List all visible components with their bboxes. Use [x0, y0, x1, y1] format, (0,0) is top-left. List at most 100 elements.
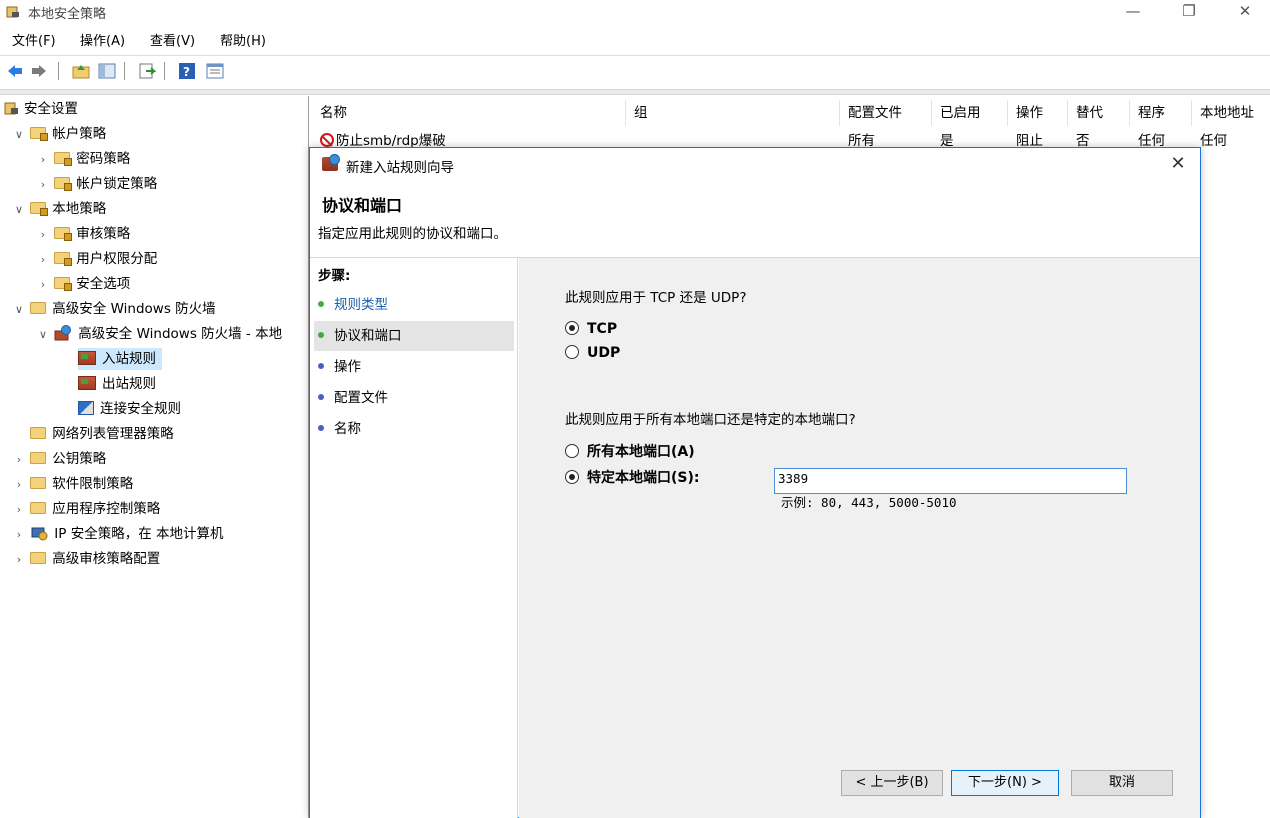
block-icon — [320, 133, 334, 147]
tree-item-security-settings[interactable]: 安全设置 — [4, 98, 78, 120]
tree-label: 软件限制策略 — [52, 476, 134, 492]
chevron-right-icon[interactable]: › — [36, 249, 50, 271]
chevron-down-icon[interactable]: ∨ — [36, 324, 50, 346]
tree-item-account-policies[interactable]: ∨ 帐户策略 — [12, 123, 106, 145]
step-protocol-ports[interactable]: 协议和端口 — [314, 321, 514, 351]
chevron-right-icon[interactable]: › — [12, 549, 26, 571]
step-dot-icon — [318, 363, 324, 369]
column-header-enabled[interactable]: 已启用 — [932, 100, 1008, 126]
export-list-icon[interactable] — [138, 62, 157, 80]
tree-item-public-key[interactable]: › 公钥策略 — [12, 448, 107, 471]
column-header-program[interactable]: 程序 — [1130, 100, 1192, 126]
chevron-right-icon[interactable]: › — [36, 174, 50, 196]
svg-text:?: ? — [183, 65, 190, 79]
tree-label: 高级审核策略配置 — [52, 551, 161, 567]
tree-label: 密码策略 — [76, 151, 131, 167]
tree-label: 高级安全 Windows 防火墙 - 本地 — [78, 326, 283, 342]
tree-item-user-rights[interactable]: › 用户权限分配 — [36, 248, 158, 271]
radio-label: 特定本地端口(S): — [587, 470, 700, 486]
toolbar-separator — [124, 62, 125, 80]
chevron-right-icon[interactable]: › — [36, 149, 50, 171]
tree-item-software-restriction[interactable]: › 软件限制策略 — [12, 473, 134, 496]
properties-icon[interactable] — [206, 62, 224, 80]
tree-item-password-policy[interactable]: › 密码策略 — [36, 148, 131, 171]
wizard-steps: 步骤: 规则类型 协议和端口 操作 配置文件 名称 — [310, 258, 518, 818]
tree-label: 出站规则 — [102, 376, 156, 392]
step-rule-type[interactable]: 规则类型 — [314, 290, 514, 320]
tree-item-app-control[interactable]: › 应用程序控制策略 — [12, 498, 161, 521]
policy-folder-icon — [54, 227, 73, 241]
page-heading: 协议和端口 — [322, 196, 403, 215]
chevron-right-icon[interactable]: › — [12, 449, 26, 471]
steps-title: 步骤: — [318, 268, 351, 284]
tcp-radio[interactable]: TCP — [565, 319, 617, 339]
tree-item-security-options[interactable]: › 安全选项 — [36, 273, 131, 296]
security-policy-icon — [6, 4, 20, 18]
tree-item-outbound-rules[interactable]: 出站规则 — [78, 373, 156, 395]
tree-label: 连接安全规则 — [100, 401, 181, 417]
column-header-profile[interactable]: 配置文件 — [840, 100, 932, 126]
radio-label: UDP — [587, 345, 621, 361]
column-header-local-address[interactable]: 本地地址 — [1192, 100, 1270, 126]
menu-view[interactable]: 查看(V) — [150, 30, 195, 49]
chevron-right-icon[interactable]: › — [12, 474, 26, 496]
step-dot-icon — [318, 394, 324, 400]
all-ports-radio[interactable]: 所有本地端口(A) — [565, 442, 695, 462]
chevron-down-icon[interactable]: ∨ — [12, 199, 26, 221]
rules-list-header: 名称 组 配置文件 已启用 操作 替代 程序 本地地址 — [312, 100, 1270, 126]
back-button[interactable]: < 上一步(B) — [841, 770, 943, 796]
minimize-button[interactable]: — — [1110, 0, 1156, 24]
step-dot-icon — [318, 425, 324, 431]
chevron-down-icon[interactable]: ∨ — [12, 124, 26, 146]
chevron-down-icon[interactable]: ∨ — [12, 299, 26, 321]
tree-label: 审核策略 — [76, 226, 131, 242]
tree-label: 网络列表管理器策略 — [52, 426, 174, 442]
show-hide-tree-icon[interactable] — [98, 62, 116, 80]
column-header-action[interactable]: 操作 — [1008, 100, 1068, 126]
tree-item-connection-security[interactable]: 连接安全规则 — [78, 398, 181, 420]
back-arrow-icon[interactable] — [6, 62, 24, 80]
tree-item-firewall[interactable]: ∨ 高级安全 Windows 防火墙 — [12, 298, 216, 320]
policy-folder-icon — [54, 177, 73, 191]
tree-item-inbound-rules[interactable]: 入站规则 — [78, 348, 162, 370]
tree-item-audit-policy[interactable]: › 审核策略 — [36, 223, 131, 246]
forward-arrow-icon[interactable] — [30, 62, 48, 80]
connection-security-icon — [78, 401, 94, 415]
maximize-button[interactable]: ❐ — [1166, 0, 1212, 24]
tree-item-advanced-audit[interactable]: › 高级审核策略配置 — [12, 548, 161, 571]
chevron-right-icon[interactable]: › — [12, 524, 26, 546]
tree-item-firewall-local[interactable]: ∨ 高级安全 Windows 防火墙 - 本地 — [36, 323, 282, 345]
chevron-right-icon[interactable]: › — [12, 499, 26, 521]
protocol-question: 此规则应用于 TCP 还是 UDP? — [565, 290, 747, 306]
menu-help[interactable]: 帮助(H) — [220, 30, 266, 49]
wizard-content: 此规则应用于 TCP 还是 UDP? TCP UDP 此规则应用于所有本地端口还… — [519, 258, 1200, 818]
next-button[interactable]: 下一步(N) > — [951, 770, 1059, 796]
chevron-right-icon[interactable]: › — [36, 224, 50, 246]
page-subheading: 指定应用此规则的协议和端口。 — [318, 226, 507, 242]
tree-item-account-lockout[interactable]: › 帐户锁定策略 — [36, 173, 158, 196]
tree-item-ip-security[interactable]: › IP 安全策略，在 本地计算机 — [12, 523, 224, 545]
folder-icon — [30, 477, 47, 489]
menu-action[interactable]: 操作(A) — [80, 30, 125, 49]
port-field[interactable]: 3389 — [774, 468, 1127, 494]
chevron-right-icon[interactable]: › — [36, 274, 50, 296]
toolbar-separator — [58, 62, 59, 80]
close-window-button[interactable]: ✕ — [1222, 0, 1268, 24]
radio-empty-icon — [565, 345, 579, 359]
tree-label: 安全设置 — [24, 101, 78, 117]
column-header-name[interactable]: 名称 — [312, 100, 626, 126]
column-header-group[interactable]: 组 — [626, 100, 840, 126]
specific-ports-radio[interactable]: 特定本地端口(S): — [565, 468, 699, 488]
tree-item-network-list[interactable]: 网络列表管理器策略 — [12, 423, 174, 445]
port-example-hint: 示例: 80, 443, 5000-5010 — [781, 495, 957, 510]
dialog-close-button[interactable]: ✕ — [1164, 152, 1192, 176]
column-header-override[interactable]: 替代 — [1068, 100, 1130, 126]
tree-item-local-policies[interactable]: ∨ 本地策略 — [12, 198, 106, 220]
up-folder-icon[interactable] — [72, 62, 90, 80]
policy-folder-icon — [54, 277, 73, 291]
udp-radio[interactable]: UDP — [565, 343, 620, 363]
menu-bar: 文件(F) 操作(A) 查看(V) 帮助(H) — [0, 27, 1270, 51]
help-icon[interactable]: ? — [178, 62, 196, 80]
menu-file[interactable]: 文件(F) — [12, 30, 56, 49]
cancel-button[interactable]: 取消 — [1071, 770, 1173, 796]
